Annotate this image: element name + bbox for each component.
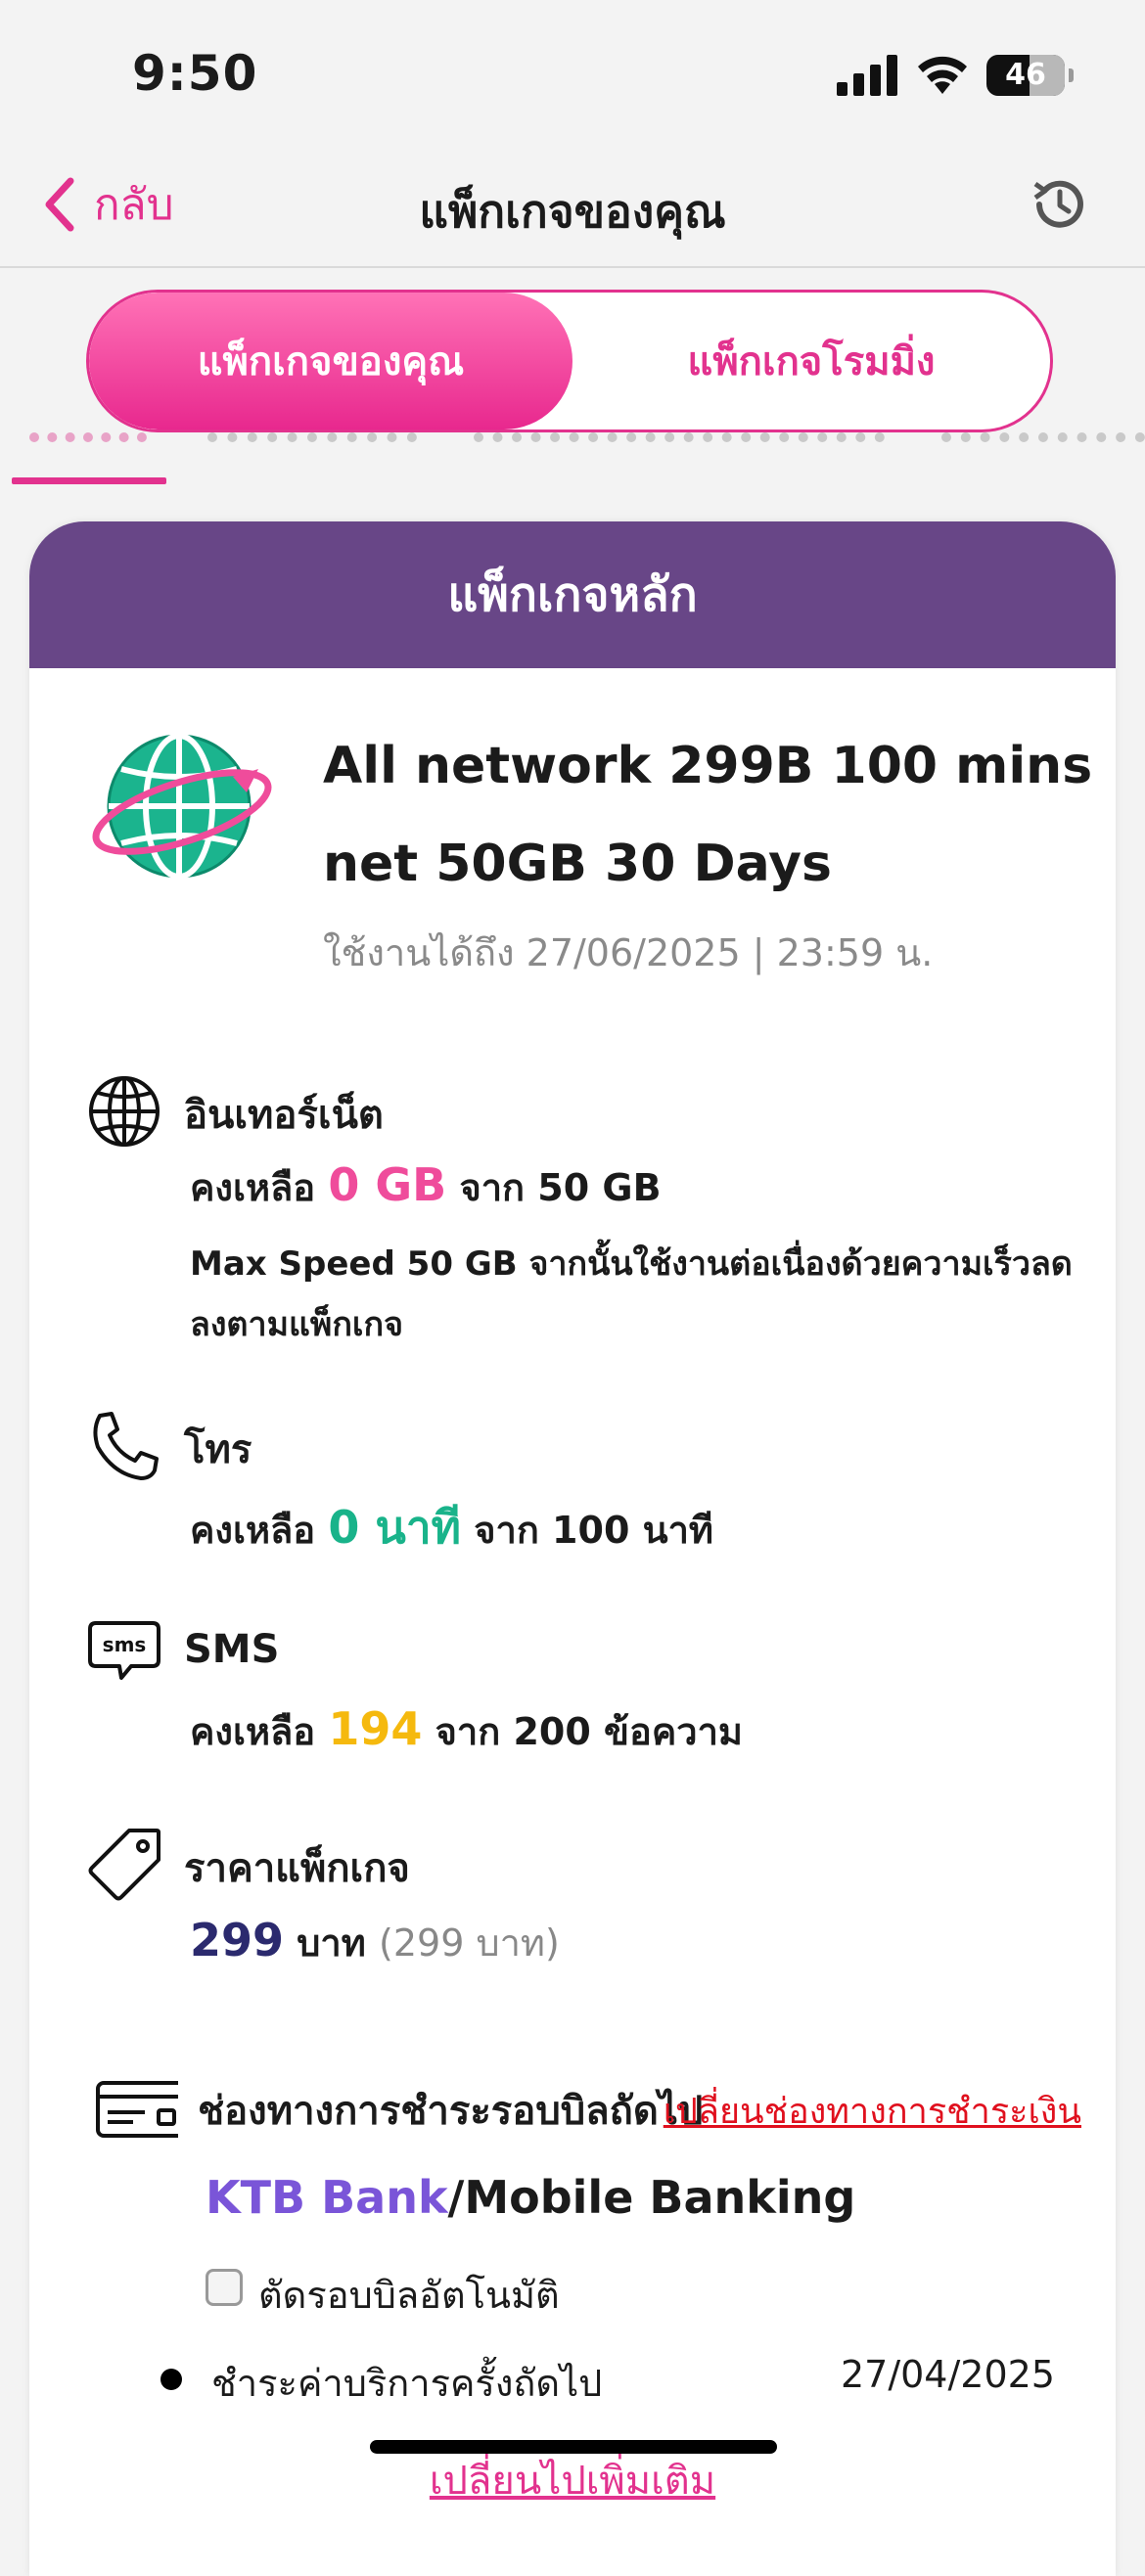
more-link[interactable]: เปลี่ยนไปเพิ่มเติม [29, 2449, 1116, 2511]
cellular-signal-icon [837, 55, 897, 96]
package-name-line2: net 50GB 30 Days [323, 835, 832, 893]
phone-icon [93, 1412, 159, 1480]
internet-remaining: คงเหลือ 0 GB จาก 50 GB [190, 1158, 662, 1211]
call-remaining-value: 0 นาที [328, 1501, 461, 1554]
auto-billing-label: ตัดรอบบิลอัตโนมัติ [258, 2274, 560, 2317]
battery-level: 46 [1005, 58, 1046, 92]
call-remaining: คงเหลือ 0 นาที จาก 100 นาที [190, 1501, 713, 1554]
next-payment-date: 27/04/2025 [840, 2353, 1055, 2396]
sub-tab-main[interactable] [207, 432, 417, 464]
status-time: 9:50 [132, 45, 258, 102]
sub-tab-all[interactable] [29, 432, 147, 464]
tab-roaming-packages[interactable]: แพ็กเกจโรมมิ่ง [572, 293, 1050, 429]
price-value: 299 [190, 1914, 285, 1966]
wifi-icon [918, 56, 967, 94]
bullet-icon [160, 2369, 182, 2390]
sub-tab-extra[interactable] [474, 432, 885, 464]
payment-method: KTB Bank/Mobile Banking [206, 2171, 855, 2224]
battery-icon: 46 [986, 55, 1074, 96]
tab-your-packages[interactable]: แพ็กเกจของคุณ [89, 293, 572, 429]
next-payment-label: ชำระค่าบริการครั้งถัดไป [211, 2362, 603, 2405]
sms-remaining-value: 194 [328, 1702, 423, 1755]
sub-tab-more[interactable] [941, 432, 1145, 464]
price-tag-icon [88, 1829, 160, 1901]
nav-bar: กลับ แพ็กเกจของคุณ [0, 147, 1145, 268]
price-detail: (299 บาท) [379, 1921, 560, 1965]
internet-note: Max Speed 50 GB จากนั้นใช้งานต่อเนื่องด้… [190, 1244, 1073, 1344]
credit-card-icon [96, 2081, 178, 2138]
home-indicator[interactable] [370, 2440, 777, 2454]
package-type-switch: แพ็กเกจของคุณ แพ็กเกจโรมมิ่ง [86, 290, 1053, 432]
globe-icon [89, 1076, 160, 1147]
payment-channel: /Mobile Banking [447, 2171, 856, 2224]
auto-billing-checkbox[interactable] [206, 2269, 243, 2306]
globe-network-icon [92, 733, 272, 880]
sms-title: SMS [184, 1627, 280, 1672]
page-title: แพ็กเกจของคุณ [419, 185, 726, 238]
call-title: โทร [184, 1427, 252, 1472]
main-package-card: แพ็กเกจหลัก All network 299B 100 mins ne… [29, 521, 1116, 2576]
sms-remaining: คงเหลือ 194 จาก 200 ข้อความ [190, 1702, 743, 1755]
sms-icon-text: sms [103, 1633, 147, 1656]
sms-icon: sms [88, 1621, 160, 1680]
status-bar: 9:50 46 [0, 0, 1145, 147]
price-title: ราคาแพ็กเกจ [184, 1846, 410, 1891]
sub-tab-indicator [12, 477, 166, 484]
price-value-line: 299 บาท (299 บาท) [190, 1914, 560, 1966]
payment-title: ช่องทางการชำระรอบบิลถัดไป [198, 2089, 704, 2134]
history-icon[interactable] [1028, 172, 1092, 237]
card-header: แพ็กเกจหลัก [29, 521, 1116, 668]
internet-remaining-value: 0 GB [328, 1158, 447, 1211]
change-payment-link[interactable]: เปลี่ยนช่องทางการชำระเงิน [664, 2083, 1081, 2139]
bank-name: KTB Bank [206, 2171, 448, 2224]
package-name: All network 299B 100 mins net 50GB 30 Da… [323, 717, 1096, 913]
package-validity: ใช้งานได้ถึง 27/06/2025 | 23:59 น. [323, 931, 934, 974]
package-name-line1: All network 299B 100 mins [323, 737, 1093, 795]
internet-title: อินเทอร์เน็ต [184, 1093, 384, 1138]
sub-tab-strip [0, 432, 1145, 491]
